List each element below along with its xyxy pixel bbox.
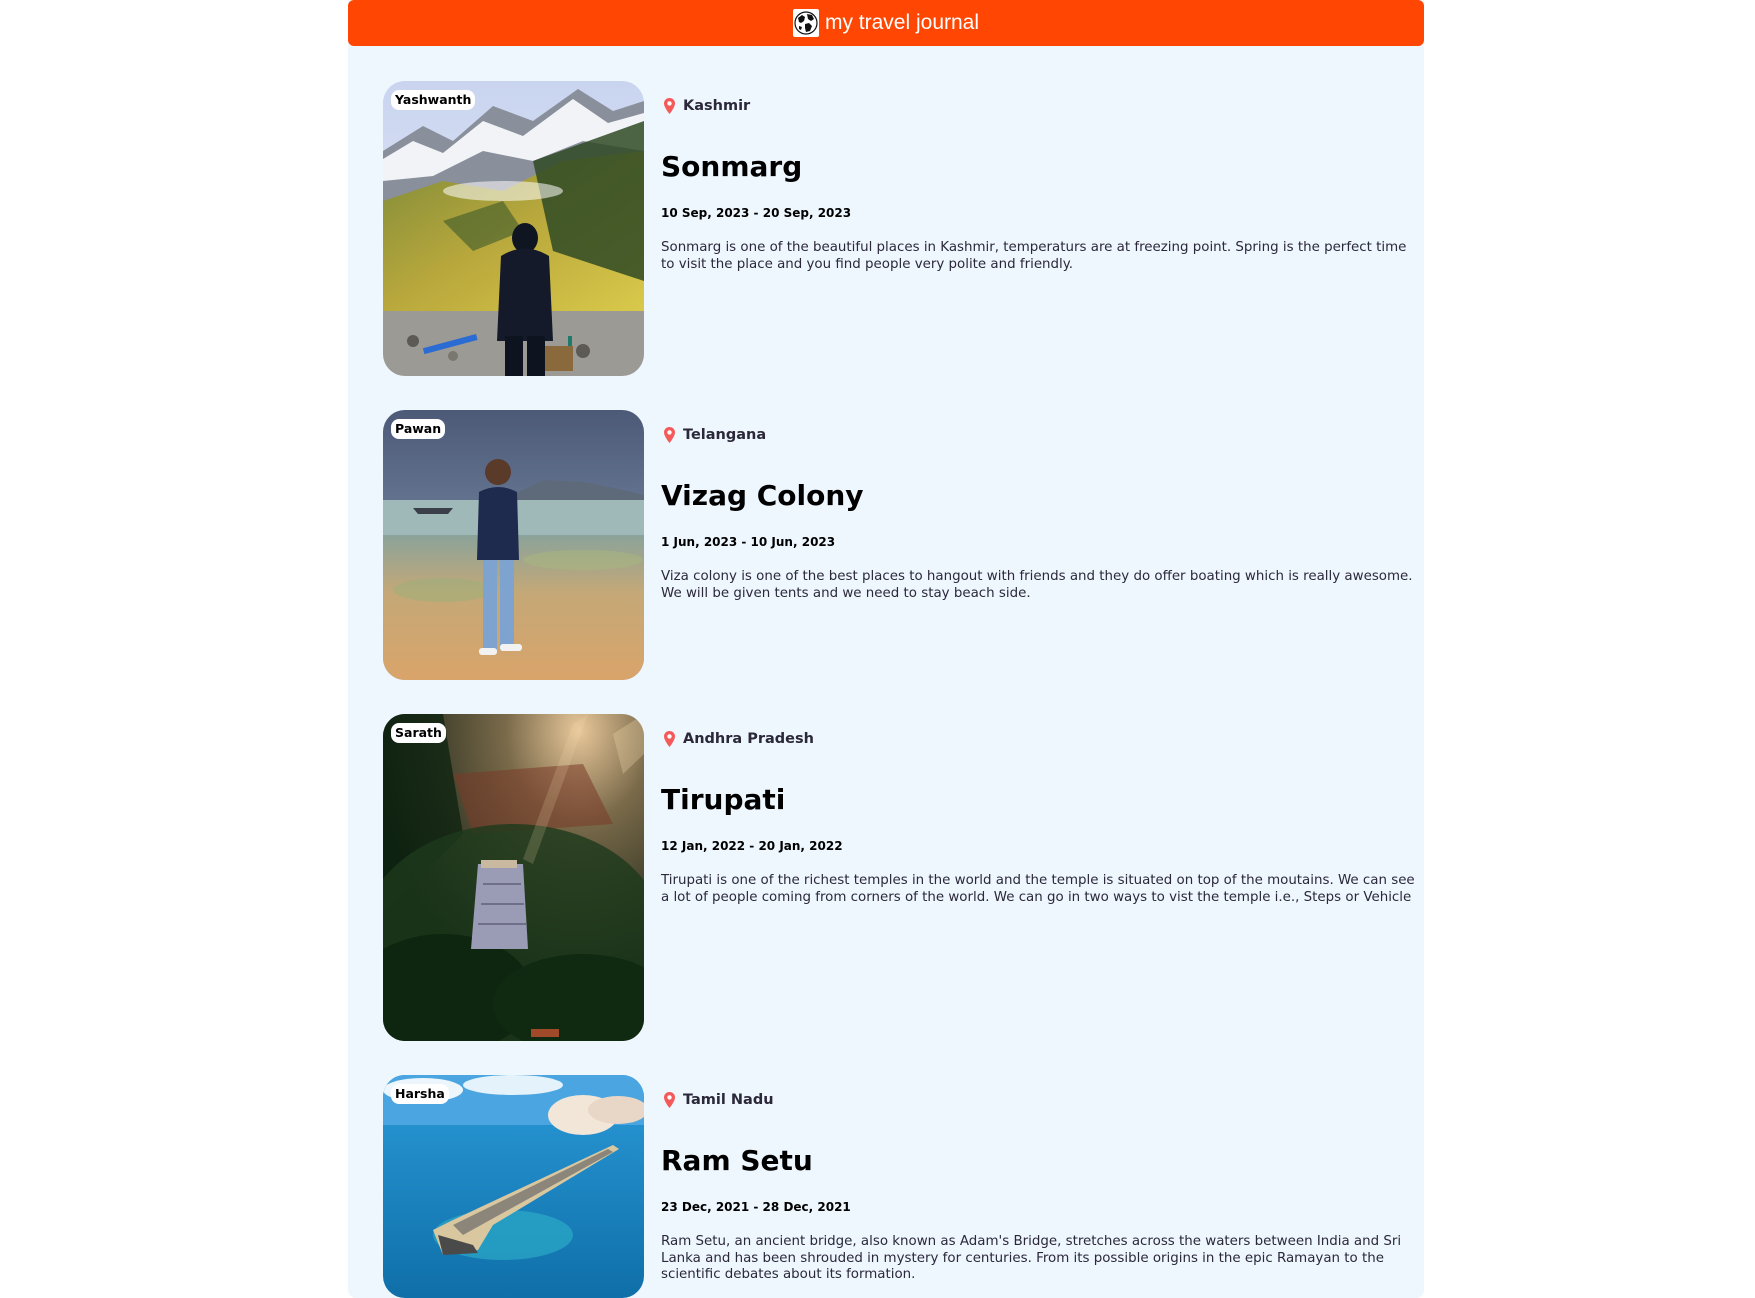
- entry-description: Sonmarg is one of the beautiful places i…: [661, 240, 1407, 272]
- map-pin-icon: [664, 427, 675, 443]
- mountain-photo: [383, 81, 644, 376]
- entry-dates: 10 Sep, 2023 - 20 Sep, 2023: [661, 206, 852, 220]
- entry-photo: Sarath: [383, 714, 644, 1041]
- owner-tag: Yashwanth: [391, 90, 476, 110]
- map-pin-icon: [664, 731, 675, 747]
- location: Tamil Nadu: [664, 1092, 774, 1108]
- entry-title: Ram Setu: [661, 1144, 813, 1177]
- bridge-photo: [383, 1075, 644, 1298]
- entry-dates: 12 Jan, 2022 - 20 Jan, 2022: [661, 839, 843, 853]
- location-label: Kashmir: [683, 98, 751, 114]
- entry-dates: 23 Dec, 2021 - 28 Dec, 2021: [661, 1200, 851, 1214]
- journal-page: my travel journal Yashwanth Kashmir Sonm…: [348, 0, 1424, 1298]
- journal-entry: Sarath Andhra Pradesh Tirupati 12 Jan, 2…: [383, 714, 1424, 1041]
- location: Telangana: [664, 427, 766, 443]
- entry-photo: Pawan: [383, 410, 644, 680]
- entry-description: Tirupati is one of the richest temples i…: [661, 873, 1415, 905]
- entry-dates: 1 Jun, 2023 - 10 Jun, 2023: [661, 535, 836, 549]
- entry-description: Ram Setu, an ancient bridge, also known …: [661, 1234, 1402, 1282]
- entry-photo: Yashwanth: [383, 81, 644, 376]
- entry-description: Viza colony is one of the best places to…: [661, 569, 1413, 601]
- entry-title: Tirupati: [661, 783, 786, 816]
- temple-photo: [383, 714, 644, 1041]
- journal-entry: Harsha Tamil Nadu Ram Setu 23 Dec, 2021 …: [383, 1075, 1424, 1298]
- location-label: Andhra Pradesh: [683, 731, 814, 747]
- map-pin-icon: [664, 98, 675, 114]
- entry-title: Vizag Colony: [661, 479, 864, 512]
- navbar: my travel journal: [348, 0, 1424, 46]
- location: Andhra Pradesh: [664, 731, 814, 747]
- journal-entry: Yashwanth Kashmir Sonmarg 10 Sep, 2023 -…: [383, 81, 1424, 376]
- journal-entry: Pawan Telangana Vizag Colony 1 Jun, 2023…: [383, 410, 1424, 680]
- map-pin-icon: [664, 1092, 675, 1108]
- owner-tag: Pawan: [391, 419, 446, 439]
- location-label: Telangana: [683, 427, 767, 443]
- globe-icon: [792, 9, 819, 37]
- entry-photo: Harsha: [383, 1075, 644, 1298]
- app-title: my travel journal: [824, 11, 980, 34]
- owner-tag: Harsha: [391, 1084, 449, 1104]
- location-label: Tamil Nadu: [683, 1092, 774, 1108]
- location: Kashmir: [664, 98, 750, 114]
- owner-tag: Sarath: [391, 723, 446, 743]
- entry-title: Sonmarg: [661, 150, 803, 183]
- beach-photo: [383, 410, 644, 680]
